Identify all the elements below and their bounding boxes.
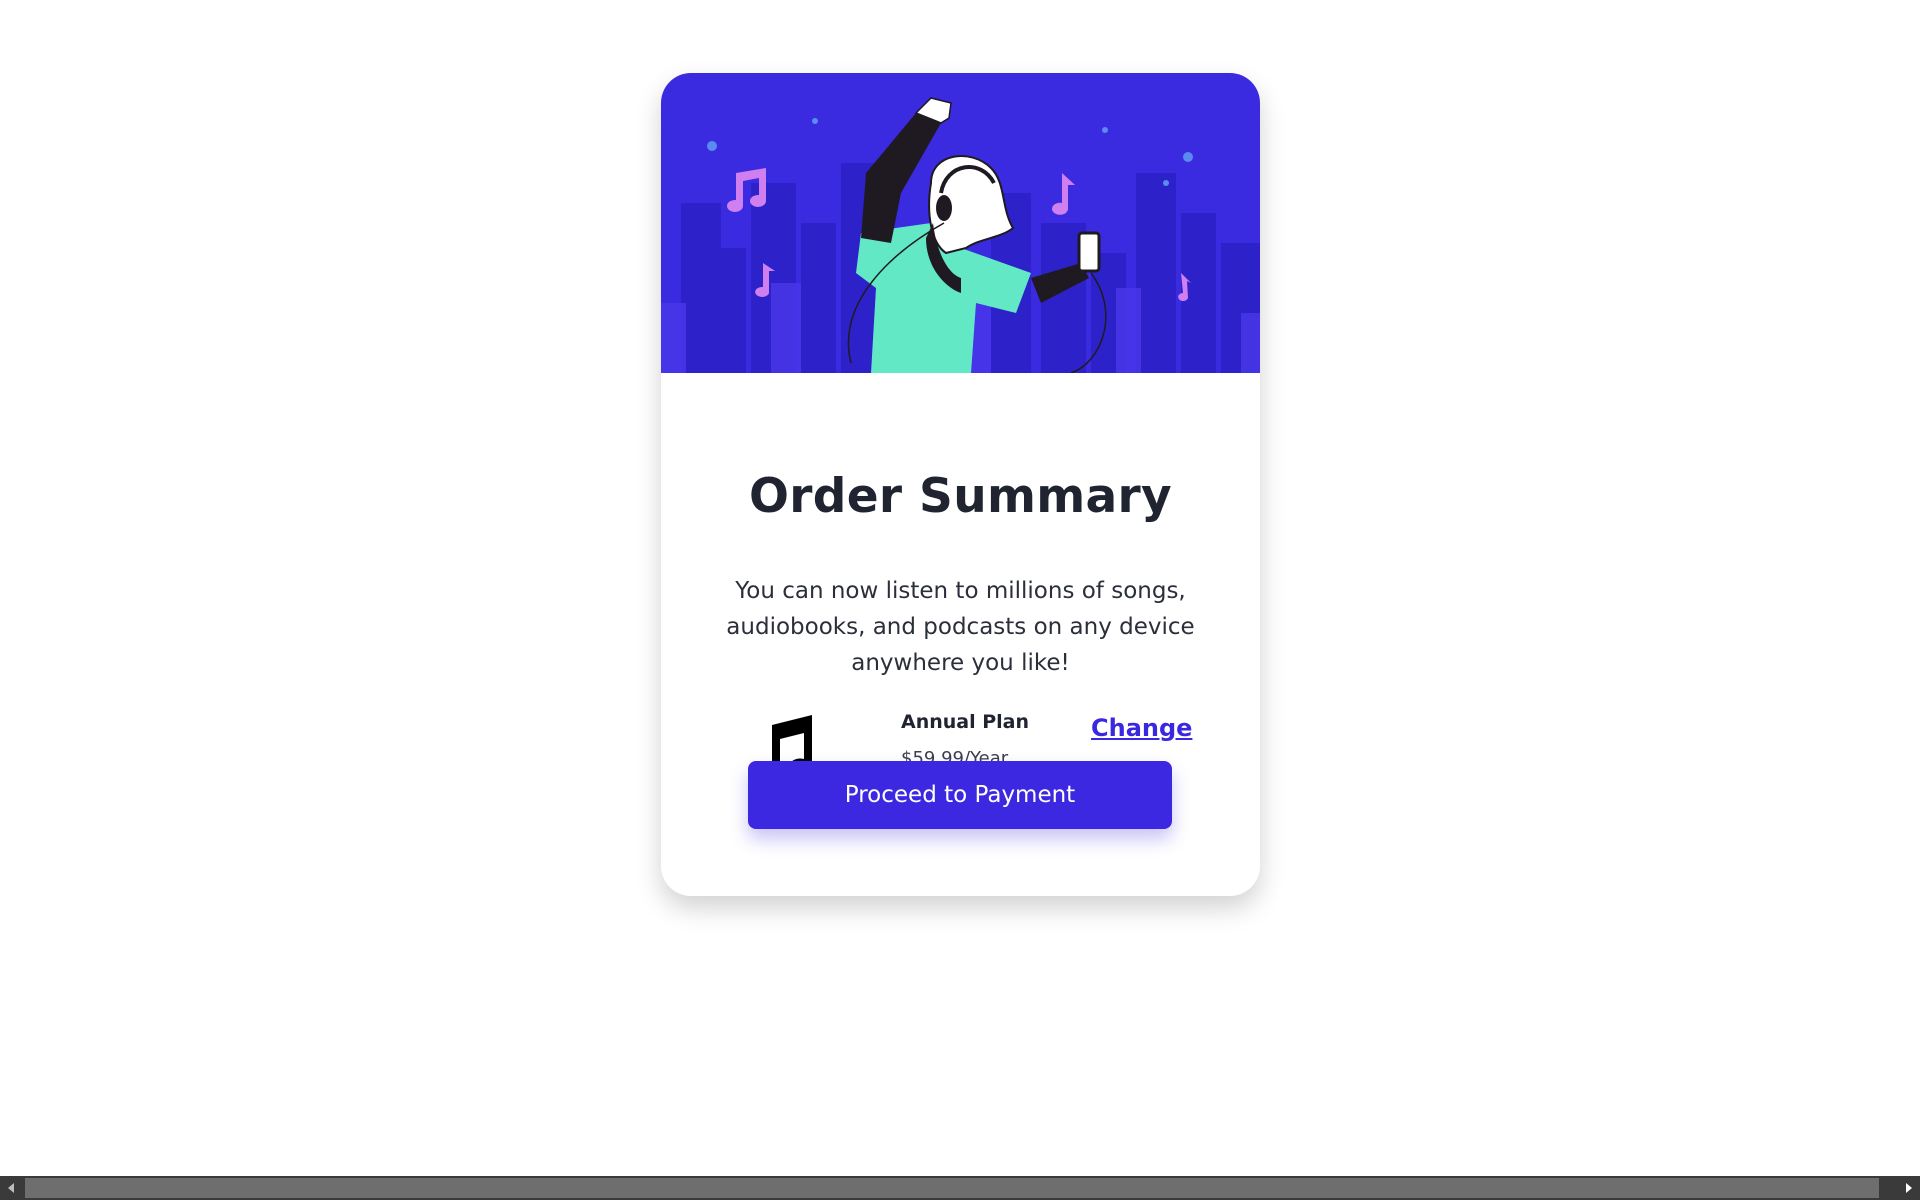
hero-illustration xyxy=(661,73,1260,373)
plan-name: Annual Plan xyxy=(901,711,1030,733)
scrollbar-thumb[interactable] xyxy=(25,1178,1879,1198)
description-text: You can now listen to millions of songs,… xyxy=(726,578,1195,676)
order-summary-card: Order Summary You can now listen to mill… xyxy=(661,73,1260,896)
hero-illustration-svg xyxy=(661,73,1260,373)
change-plan-link[interactable]: Change xyxy=(1091,714,1192,742)
page: Order Summary You can now listen to mill… xyxy=(0,0,1920,1200)
page-title: Order Summary xyxy=(749,469,1172,524)
chevron-right-icon[interactable] xyxy=(1896,1176,1920,1200)
horizontal-scrollbar[interactable] xyxy=(0,1176,1920,1200)
chevron-left-icon[interactable] xyxy=(0,1176,24,1200)
proceed-to-payment-button[interactable]: Proceed to Payment xyxy=(748,761,1172,829)
